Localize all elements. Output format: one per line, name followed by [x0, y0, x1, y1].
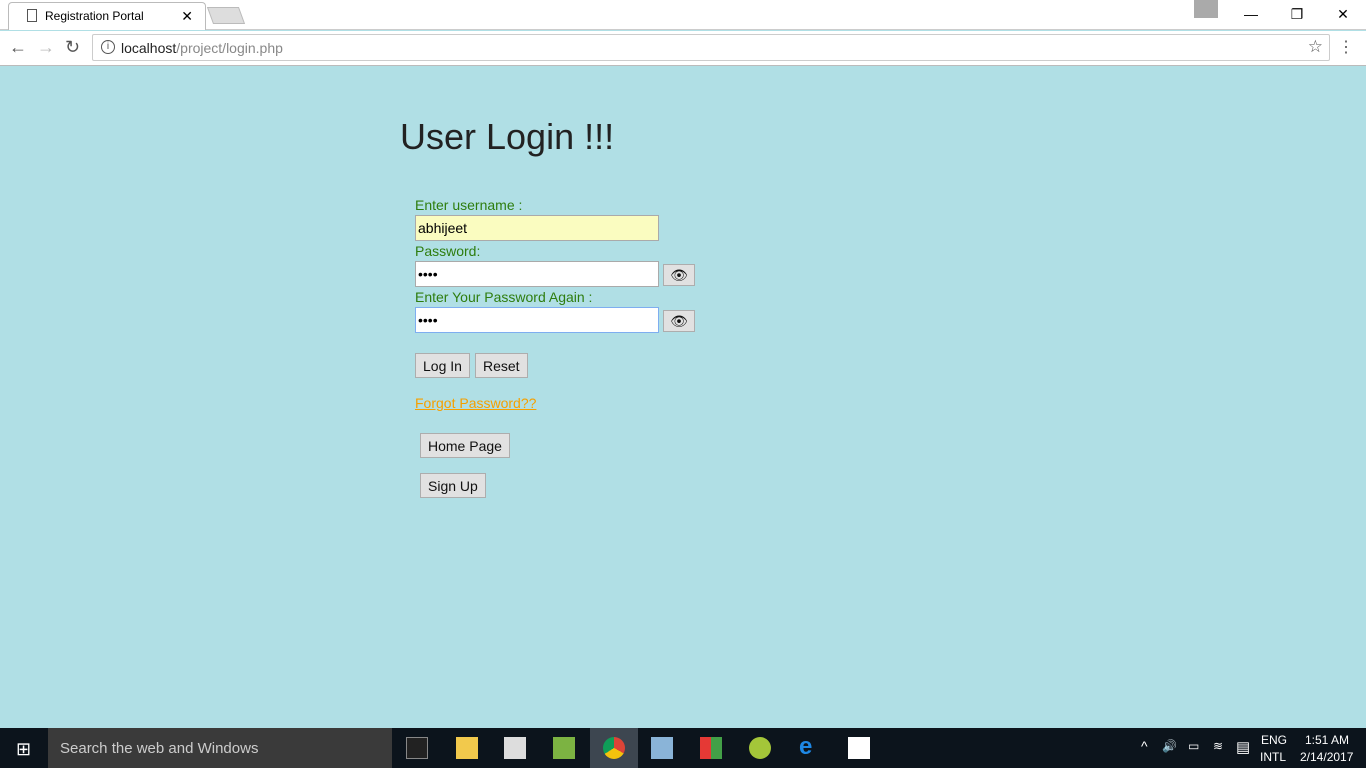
username-label: Enter username :: [415, 197, 523, 213]
page-icon: [27, 9, 37, 22]
language-eng[interactable]: ENG: [1261, 733, 1287, 747]
reset-button[interactable]: Reset: [475, 353, 528, 378]
store-icon[interactable]: [504, 737, 526, 759]
notepad-icon[interactable]: [553, 737, 575, 759]
browser-tab[interactable]: Registration Portal ✕: [8, 2, 206, 30]
windows-start-icon[interactable]: ⊞: [16, 739, 31, 760]
password-label: Password:: [415, 243, 481, 259]
info-icon[interactable]: i: [101, 40, 115, 54]
new-tab-button[interactable]: [206, 7, 246, 24]
clock-date[interactable]: 2/14/2017: [1300, 750, 1353, 764]
browser-toolbar: ← → ↻ i localhost/project/login.php ☆ ⋮: [0, 31, 1366, 66]
tab-bar: Registration Portal ✕ — ❐ ✕: [0, 0, 1366, 30]
tab-title: Registration Portal: [45, 9, 144, 23]
cmd-icon[interactable]: [406, 737, 428, 759]
taskbar: ⊞ Search the web and Windows e ^ 🔊 ▭ ≋ ▤…: [0, 728, 1366, 768]
android-studio-icon[interactable]: [749, 737, 771, 759]
restore-button[interactable]: ❐: [1274, 0, 1320, 28]
bookmark-star-icon[interactable]: ☆: [1308, 37, 1323, 57]
office-icon[interactable]: [700, 737, 722, 759]
menu-icon[interactable]: ⋮: [1338, 37, 1354, 57]
wifi-icon[interactable]: ≋: [1213, 739, 1223, 753]
url-host: localhost: [121, 40, 177, 56]
file-explorer-icon[interactable]: [456, 737, 478, 759]
photos-icon[interactable]: [848, 737, 870, 759]
battery-icon[interactable]: ▭: [1188, 739, 1199, 753]
show-hidden-icons[interactable]: ^: [1141, 738, 1148, 754]
notifications-icon[interactable]: ▤: [1236, 738, 1250, 756]
password-input[interactable]: [415, 261, 659, 287]
reload-icon[interactable]: ↻: [65, 37, 80, 58]
chrome-icon: [603, 737, 625, 759]
close-window-button[interactable]: ✕: [1320, 0, 1366, 28]
clock-time[interactable]: 1:51 AM: [1305, 733, 1349, 747]
address-bar[interactable]: i localhost/project/login.php ☆: [92, 34, 1330, 61]
virtualbox-icon[interactable]: [651, 737, 673, 759]
minimize-button[interactable]: —: [1228, 0, 1274, 28]
edge-icon[interactable]: e: [799, 733, 821, 760]
show-confirm-password-eye-icon[interactable]: 👁: [663, 310, 695, 332]
volume-icon[interactable]: 🔊: [1162, 739, 1177, 753]
forward-icon[interactable]: →: [37, 37, 55, 58]
confirm-password-input[interactable]: [415, 307, 659, 333]
taskbar-search[interactable]: Search the web and Windows: [48, 728, 392, 768]
sign-up-button[interactable]: Sign Up: [420, 473, 486, 498]
language-intl[interactable]: INTL: [1260, 750, 1286, 764]
username-input[interactable]: [415, 215, 659, 241]
back-icon[interactable]: ←: [9, 37, 27, 58]
forgot-password-link[interactable]: Forgot Password??: [415, 395, 536, 411]
confirm-password-label: Enter Your Password Again :: [415, 289, 593, 305]
show-password-eye-icon[interactable]: 👁: [663, 264, 695, 286]
chrome-taskbar-button[interactable]: [590, 728, 638, 768]
page-title: User Login !!!: [400, 116, 615, 157]
close-tab-icon[interactable]: ✕: [181, 8, 193, 25]
profile-icon[interactable]: [1194, 0, 1218, 18]
home-page-button[interactable]: Home Page: [420, 433, 510, 458]
url-path: /project/login.php: [176, 40, 283, 56]
login-button[interactable]: Log In: [415, 353, 470, 378]
